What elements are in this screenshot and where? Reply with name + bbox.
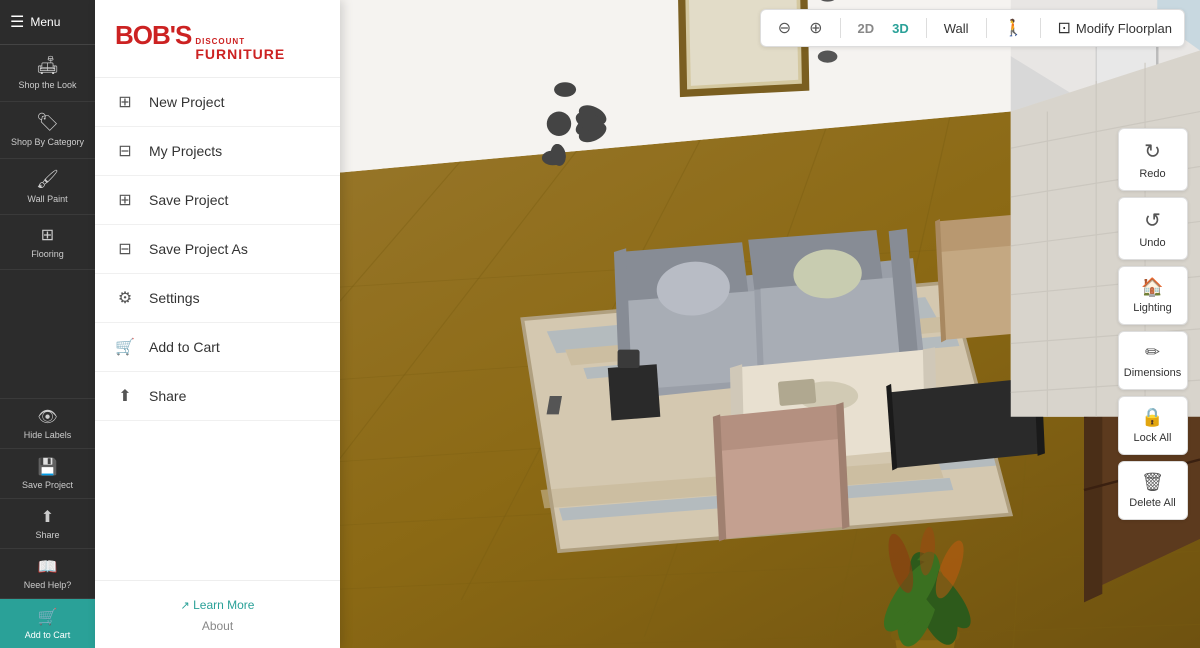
dimensions-button[interactable]: ✏ Dimensions	[1118, 331, 1188, 390]
save-project-label: Save Project	[22, 480, 73, 490]
my-projects-icon: ⊟	[115, 141, 135, 161]
about-text: About	[115, 619, 320, 633]
dimensions-icon: ✏	[1145, 342, 1160, 363]
sidebar-item-flooring[interactable]: ⊞ Flooring	[0, 215, 95, 270]
undo-button[interactable]: ↺ Undo	[1118, 197, 1188, 260]
hide-labels-icon: 👁	[37, 407, 57, 427]
modify-floorplan-icon: ⊡	[1057, 18, 1070, 38]
dropdown-add-to-cart[interactable]: 🛒 Add to Cart	[95, 323, 340, 372]
sidebar-item-share[interactable]: ⬆ Share	[0, 498, 95, 548]
wall-label: Wall	[944, 21, 969, 36]
hamburger-icon: ☰	[10, 12, 24, 32]
walk-icon: 🚶	[1004, 18, 1024, 38]
add-to-cart-label: Add to Cart	[25, 630, 71, 640]
menu-label: Menu	[30, 15, 60, 29]
redo-button[interactable]: ↻ Redo	[1118, 128, 1188, 191]
sidebar-item-wall-paint[interactable]: 🖌 Wall Paint	[0, 159, 95, 215]
right-action-panel: ↻ Redo ↺ Undo 🏠 Lighting ✏ Dimensions 🔒 …	[1105, 0, 1200, 648]
left-sidebar: ☰ Menu 🛋 Shop the Look 🏷 Shop By Categor…	[0, 0, 95, 648]
sidebar-bottom-section: 👁 Hide Labels 💾 Save Project ⬆ Share 📖 N…	[0, 398, 95, 648]
zoom-out-button[interactable]: ⊖	[773, 16, 796, 40]
dropdown-my-projects[interactable]: ⊟ My Projects	[95, 127, 340, 176]
delete-all-label: Delete All	[1129, 497, 1175, 509]
delete-all-icon: 🗑	[1141, 472, 1164, 493]
my-projects-label: My Projects	[149, 143, 222, 159]
logo-bobs: BOB'S	[115, 20, 191, 51]
lighting-icon: 🏠	[1141, 277, 1163, 298]
view-2d-button[interactable]: 2D	[853, 19, 880, 38]
brand-logo: BOB'S DISCOUNT FURNITURE	[95, 0, 340, 78]
sidebar-label-wall-paint: Wall Paint	[27, 194, 67, 204]
undo-label: Undo	[1139, 237, 1165, 249]
save-project-menu-icon: ⊞	[115, 190, 135, 210]
save-project-menu-label: Save Project	[149, 192, 228, 208]
need-help-label: Need Help?	[24, 580, 72, 590]
dropdown-footer: ↗ Learn More About	[95, 580, 340, 648]
share-icon: ⬆	[41, 507, 54, 527]
sidebar-item-save-project[interactable]: 💾 Save Project	[0, 448, 95, 498]
shop-look-icon: 🛋	[36, 55, 59, 76]
wall-paint-icon: 🖌	[36, 169, 59, 190]
toolbar-divider-2	[926, 18, 927, 38]
delete-all-button[interactable]: 🗑 Delete All	[1118, 461, 1188, 520]
new-project-label: New Project	[149, 94, 224, 110]
lock-all-button[interactable]: 🔒 Lock All	[1118, 396, 1188, 455]
wall-button[interactable]: Wall	[939, 19, 974, 38]
save-project-icon: 💾	[38, 457, 58, 477]
redo-label: Redo	[1139, 168, 1165, 180]
sidebar-item-hide-labels[interactable]: 👁 Hide Labels	[0, 398, 95, 448]
view-3d-button[interactable]: 3D	[887, 19, 914, 38]
dropdown-new-project[interactable]: ⊞ New Project	[95, 78, 340, 127]
share-label: Share	[35, 530, 59, 540]
dropdown-share[interactable]: ⬆ Share	[95, 372, 340, 421]
lighting-label: Lighting	[1133, 302, 1172, 314]
sidebar-item-need-help[interactable]: 📖 Need Help?	[0, 548, 95, 598]
redo-icon: ↻	[1144, 139, 1161, 164]
dropdown-menu: BOB'S DISCOUNT FURNITURE ⊞ New Project ⊟…	[95, 0, 340, 648]
toolbar-divider-3	[986, 18, 987, 38]
new-project-icon: ⊞	[115, 92, 135, 112]
settings-label: Settings	[149, 290, 200, 306]
settings-icon: ⚙	[115, 288, 135, 308]
toolbar-divider-4	[1040, 18, 1041, 38]
need-help-icon: 📖	[38, 557, 58, 577]
save-project-as-icon: ⊟	[115, 239, 135, 259]
hide-labels-label: Hide Labels	[24, 430, 72, 440]
armchair-front	[713, 402, 850, 541]
dropdown-save-project[interactable]: ⊞ Save Project	[95, 176, 340, 225]
sidebar-item-add-to-cart[interactable]: 🛒 Add to Cart	[0, 598, 95, 648]
share-menu-label: Share	[149, 388, 186, 404]
zoom-in-icon: ⊕	[809, 18, 822, 38]
sidebar-label-shop-category: Shop By Category	[11, 137, 84, 148]
dropdown-save-project-as[interactable]: ⊟ Save Project As	[95, 225, 340, 274]
logo-discount: DISCOUNT	[195, 37, 285, 46]
zoom-in-button[interactable]: ⊕	[804, 16, 827, 40]
shop-category-icon: 🏷	[36, 112, 59, 133]
dropdown-settings[interactable]: ⚙ Settings	[95, 274, 340, 323]
lighting-button[interactable]: 🏠 Lighting	[1118, 266, 1188, 325]
toolbar-divider-1	[840, 18, 841, 38]
walk-mode-button[interactable]: 🚶	[999, 16, 1029, 40]
add-to-cart-icon: 🛒	[38, 607, 58, 627]
lock-all-label: Lock All	[1134, 432, 1172, 444]
undo-icon: ↺	[1144, 208, 1161, 233]
dimensions-label: Dimensions	[1124, 367, 1181, 379]
menu-button[interactable]: ☰ Menu	[0, 0, 95, 45]
view-2d-label: 2D	[858, 21, 875, 36]
zoom-out-icon: ⊖	[778, 18, 791, 38]
learn-more-link[interactable]: ↗ Learn More	[181, 598, 255, 612]
flooring-icon: ⊞	[41, 225, 54, 245]
sidebar-label-shop-look: Shop the Look	[18, 80, 76, 91]
sidebar-label-flooring: Flooring	[31, 249, 64, 259]
view-3d-label: 3D	[892, 21, 909, 36]
save-project-as-label: Save Project As	[149, 241, 248, 257]
sidebar-item-shop-the-look[interactable]: 🛋 Shop the Look	[0, 45, 95, 102]
lock-all-icon: 🔒	[1141, 407, 1163, 428]
add-to-cart-menu-label: Add to Cart	[149, 339, 220, 355]
logo-furniture: FURNITURE	[195, 46, 285, 62]
add-to-cart-menu-icon: 🛒	[115, 337, 135, 357]
share-menu-icon: ⬆	[115, 386, 135, 406]
sidebar-item-shop-by-category[interactable]: 🏷 Shop By Category	[0, 102, 95, 159]
